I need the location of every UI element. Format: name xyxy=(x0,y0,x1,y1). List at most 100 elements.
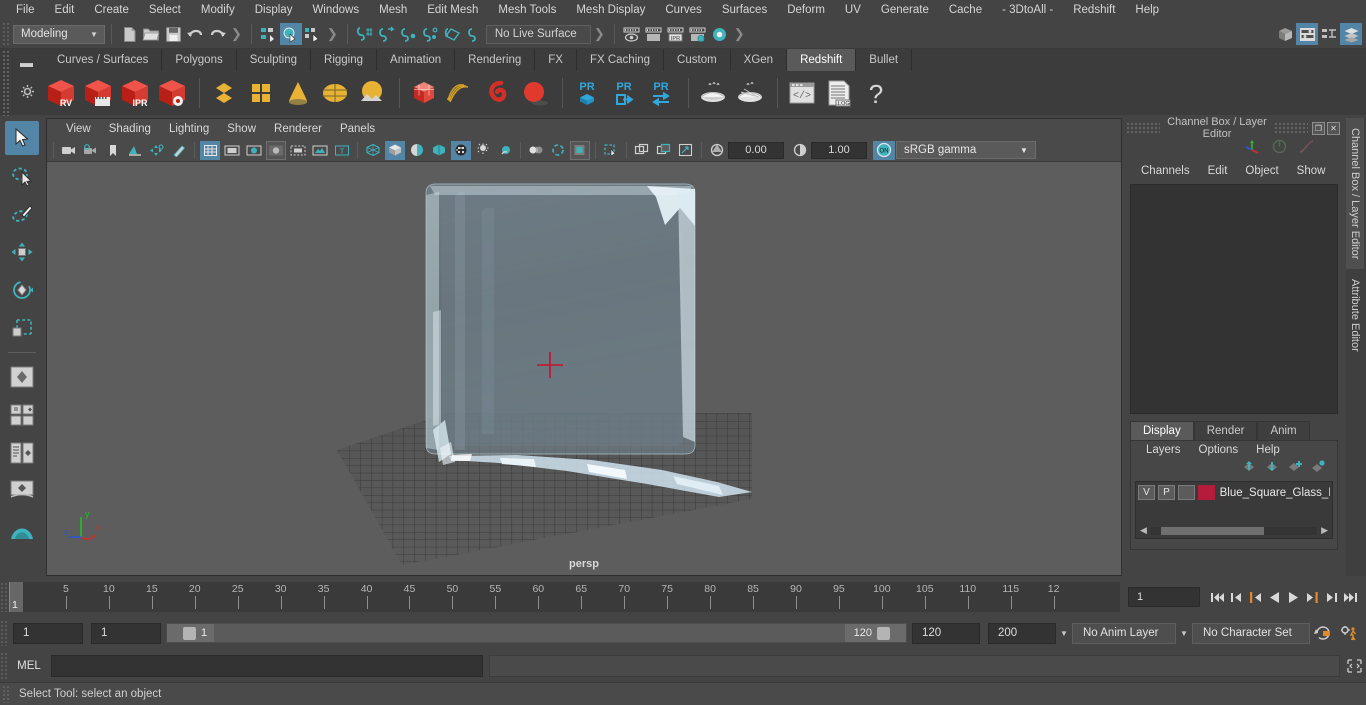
show-hide-channel-box-icon[interactable] xyxy=(1340,23,1362,45)
menu-3dtoall[interactable]: - 3DtoAll - xyxy=(992,2,1063,18)
script-editor-icon[interactable] xyxy=(1342,658,1366,674)
shelf-tab-custom[interactable]: Custom xyxy=(664,49,731,71)
channel-box-menu-edit[interactable]: Edit xyxy=(1199,164,1237,178)
layer-row[interactable]: V P Blue_Square_Glass_Blo xyxy=(1136,483,1332,502)
layer-playback-toggle[interactable]: P xyxy=(1157,485,1175,500)
snap-to-point-icon[interactable] xyxy=(398,23,420,45)
close-icon[interactable]: ✕ xyxy=(1327,121,1340,135)
layer-tab-render[interactable]: Render xyxy=(1193,421,1258,440)
shelf-redshift-hair[interactable] xyxy=(444,76,478,110)
xray-joints-icon[interactable] xyxy=(632,141,652,160)
shelf-tab-xgen[interactable]: XGen xyxy=(730,49,788,71)
shelf-redshift-proxy-export[interactable]: PR xyxy=(607,76,641,110)
lasso-select-tool[interactable] xyxy=(5,159,39,193)
menu-mesh-display[interactable]: Mesh Display xyxy=(566,2,655,18)
speedometer-icon[interactable] xyxy=(1271,139,1288,159)
shaded-wireframe-icon[interactable] xyxy=(407,141,427,160)
anim-start-field[interactable]: 1 xyxy=(13,622,83,644)
shelf-redshift-matte[interactable] xyxy=(244,76,278,110)
live-surface-field[interactable]: No Live Surface xyxy=(485,24,591,44)
scale-tool[interactable] xyxy=(5,311,39,345)
shelf-tab-polygons[interactable]: Polygons xyxy=(162,49,237,71)
shelf-redshift-proxy-create[interactable]: PR xyxy=(570,76,604,110)
smooth-shade-icon[interactable] xyxy=(385,140,405,160)
layer-menu-help[interactable]: Help xyxy=(1247,444,1289,456)
show-render-view-icon[interactable] xyxy=(621,23,643,45)
shadows-icon[interactable] xyxy=(473,141,493,160)
viewport-menu-renderer[interactable]: Renderer xyxy=(265,122,331,136)
select-by-hierarchy-icon[interactable] xyxy=(258,23,280,45)
isolate-select-icon[interactable] xyxy=(676,141,696,160)
bookmark-icon[interactable] xyxy=(103,141,123,160)
transform-manipulator-icon[interactable] xyxy=(1244,139,1261,159)
vertical-tab-attribute-editor[interactable]: Attribute Editor xyxy=(1346,269,1364,362)
script-language-label[interactable]: MEL xyxy=(7,660,51,672)
image-plane-icon[interactable] xyxy=(125,141,145,160)
panel-grip[interactable] xyxy=(1126,122,1160,134)
grid-toggle-icon[interactable] xyxy=(200,140,220,160)
show-hide-attribute-editor-icon[interactable] xyxy=(1296,23,1318,45)
select-camera-icon[interactable] xyxy=(59,141,79,160)
shelf-tab-bullet[interactable]: Bullet xyxy=(856,49,913,71)
persp-graph-layout[interactable] xyxy=(5,436,39,470)
shelf-redshift-help[interactable]: ? xyxy=(859,76,893,110)
exposure-field[interactable]: 0.00 xyxy=(728,141,784,159)
menu-file[interactable]: File xyxy=(6,2,45,18)
shelf-redshift-sphere-light[interactable] xyxy=(518,76,552,110)
anim-end-field[interactable]: 200 xyxy=(988,622,1056,644)
shelf-redshift-ipr-render[interactable]: IPR xyxy=(118,76,152,110)
current-time-indicator[interactable]: 1 xyxy=(9,582,23,612)
go-to-start-icon[interactable] xyxy=(1208,586,1227,608)
motion-blur-icon[interactable] xyxy=(526,141,546,160)
save-scene-icon[interactable] xyxy=(162,23,184,45)
character-set-selector[interactable]: No Character Set xyxy=(1192,622,1310,644)
current-frame-field[interactable]: 1 xyxy=(1128,587,1200,607)
menu-redshift[interactable]: Redshift xyxy=(1063,2,1125,18)
camera-attributes-icon[interactable] xyxy=(81,141,101,160)
persp-outliner-layout[interactable] xyxy=(5,398,39,432)
shelf-options-gear-icon[interactable] xyxy=(20,84,35,104)
layer-visibility-toggle[interactable]: V xyxy=(1138,485,1155,500)
range-slider-bar[interactable]: 1 120 xyxy=(166,623,907,643)
shelf-tab-rendering[interactable]: Rendering xyxy=(455,49,536,71)
range-left-handle[interactable]: 1 xyxy=(167,624,215,642)
film-origin-icon[interactable] xyxy=(288,141,308,160)
time-slider-grip[interactable] xyxy=(0,582,7,612)
color-management-selector[interactable]: sRGB gamma ▼ xyxy=(896,141,1036,159)
move-layer-down-icon[interactable] xyxy=(1264,460,1279,478)
menu-edit[interactable]: Edit xyxy=(45,2,85,18)
shelf-redshift-bake-2[interactable] xyxy=(733,76,767,110)
shelf-tab-animation[interactable]: Animation xyxy=(377,49,456,71)
auto-key-icon[interactable] xyxy=(1310,625,1336,642)
channel-box-menu-channels[interactable]: Channels xyxy=(1132,164,1199,178)
scrollbar-thumb[interactable] xyxy=(1160,526,1264,535)
new-layer-from-selected-icon[interactable] xyxy=(1310,460,1325,478)
grease-pencil-icon[interactable] xyxy=(169,141,189,160)
statusbar-grip[interactable] xyxy=(2,22,9,46)
shelf-tab-fx-caching[interactable]: FX Caching xyxy=(576,49,665,71)
viewport-menu-view[interactable]: View xyxy=(57,122,100,136)
playback-end-field[interactable]: 120 xyxy=(912,622,980,644)
viewport-menu-shading[interactable]: Shading xyxy=(100,122,160,136)
layer-tab-anim[interactable]: Anim xyxy=(1257,421,1310,440)
layer-tab-display[interactable]: Display xyxy=(1130,421,1194,440)
playback-start-field[interactable]: 1 xyxy=(91,622,161,644)
range-right-nub[interactable] xyxy=(877,626,890,640)
step-back-frame-icon[interactable] xyxy=(1227,586,1246,608)
channel-box-menu-object[interactable]: Object xyxy=(1236,164,1287,178)
shelf-redshift-bake-1[interactable] xyxy=(696,76,730,110)
snap-to-curve-icon[interactable] xyxy=(376,23,398,45)
undo-icon[interactable] xyxy=(184,23,206,45)
shelf-redshift-dome-light[interactable] xyxy=(318,76,352,110)
use-all-lights-icon[interactable] xyxy=(451,140,471,160)
viewport-menu-lighting[interactable]: Lighting xyxy=(160,122,218,136)
ipr-render-icon[interactable]: IPR xyxy=(665,23,687,45)
shelf-redshift-render-sequence[interactable] xyxy=(81,76,115,110)
snap-to-grid-icon[interactable] xyxy=(354,23,376,45)
menu-windows[interactable]: Windows xyxy=(302,2,369,18)
render-settings-icon[interactable] xyxy=(687,23,709,45)
statusbar-collapse-4[interactable]: ❯ xyxy=(731,26,748,42)
time-slider-track[interactable]: 5 10 15 20 25 30 35 40 45 50 55 60 65 70 75 80 85 90 95 100… xyxy=(9,582,1120,612)
chevron-down-icon[interactable]: ▼ xyxy=(1056,629,1072,638)
show-hide-modeling-toolkit-icon[interactable] xyxy=(1274,23,1296,45)
